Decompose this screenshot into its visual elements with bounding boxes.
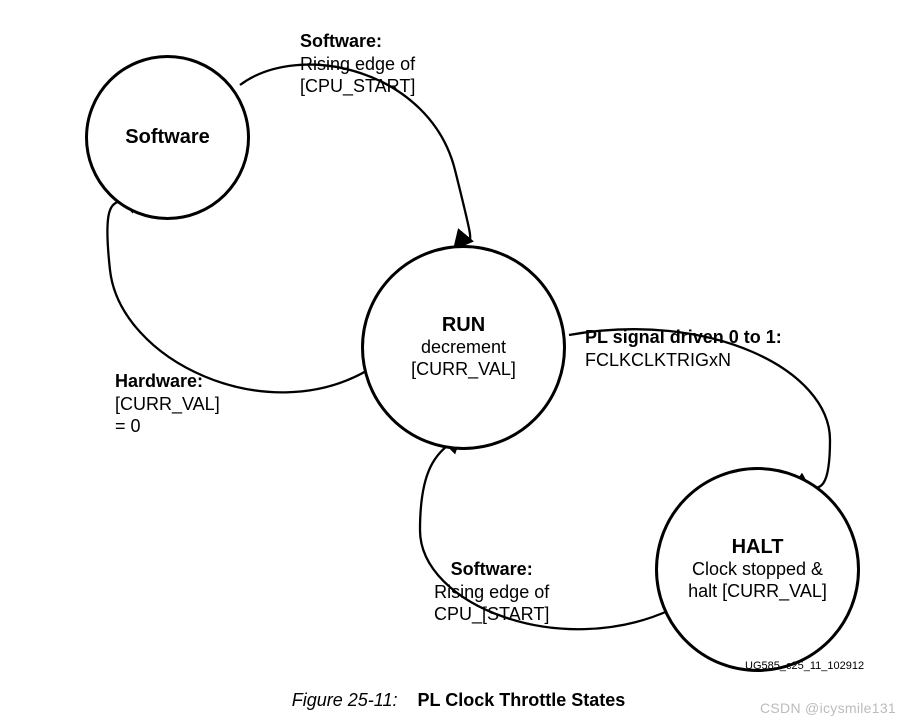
state-halt: HALT Clock stopped & halt [CURR_VAL] [655,467,860,672]
state-software-title: Software [125,126,209,149]
state-halt-line2: halt [CURR_VAL] [688,581,827,603]
label-software-to-run: Software: Rising edge of [CPU_START] [300,30,415,98]
label-halt-to-run: Software: Rising edge of CPU_[START] [434,558,549,626]
watermark: CSDN @icysmile131 [760,700,896,716]
figure-number: Figure 25-11: [292,690,398,710]
label-halt-run-head: Software: [434,558,549,581]
label-run-sw-head: Hardware: [115,370,220,393]
label-halt-run-l1: Rising edge of [434,581,549,604]
state-run-line1: decrement [421,337,506,359]
state-halt-line1: Clock stopped & [692,559,823,581]
label-sw-run-l1: Rising edge of [300,53,415,76]
edge-run-to-software [107,195,368,392]
state-halt-title: HALT [732,536,784,559]
label-run-to-software: Hardware: [CURR_VAL] = 0 [115,370,220,438]
label-run-to-halt: PL signal driven 0 to 1: FCLKCLKTRIGxN [585,326,782,371]
label-run-sw-l2: = 0 [115,415,220,438]
state-run: RUN decrement [CURR_VAL] [361,245,566,450]
label-sw-run-l2: [CPU_START] [300,75,415,98]
document-id: UG585_c25_11_102912 [745,660,864,672]
state-run-title: RUN [442,314,485,337]
label-run-sw-l1: [CURR_VAL] [115,393,220,416]
state-run-line2: [CURR_VAL] [411,359,516,381]
label-halt-run-l2: CPU_[START] [434,603,549,626]
state-diagram: Software RUN decrement [CURR_VAL] HALT C… [0,0,917,721]
label-sw-run-head: Software: [300,30,415,53]
figure-title: PL Clock Throttle States [418,690,626,710]
state-software: Software [85,55,250,220]
label-run-halt-head: PL signal driven 0 to 1: [585,326,782,349]
label-run-halt-l1: FCLKCLKTRIGxN [585,349,782,372]
